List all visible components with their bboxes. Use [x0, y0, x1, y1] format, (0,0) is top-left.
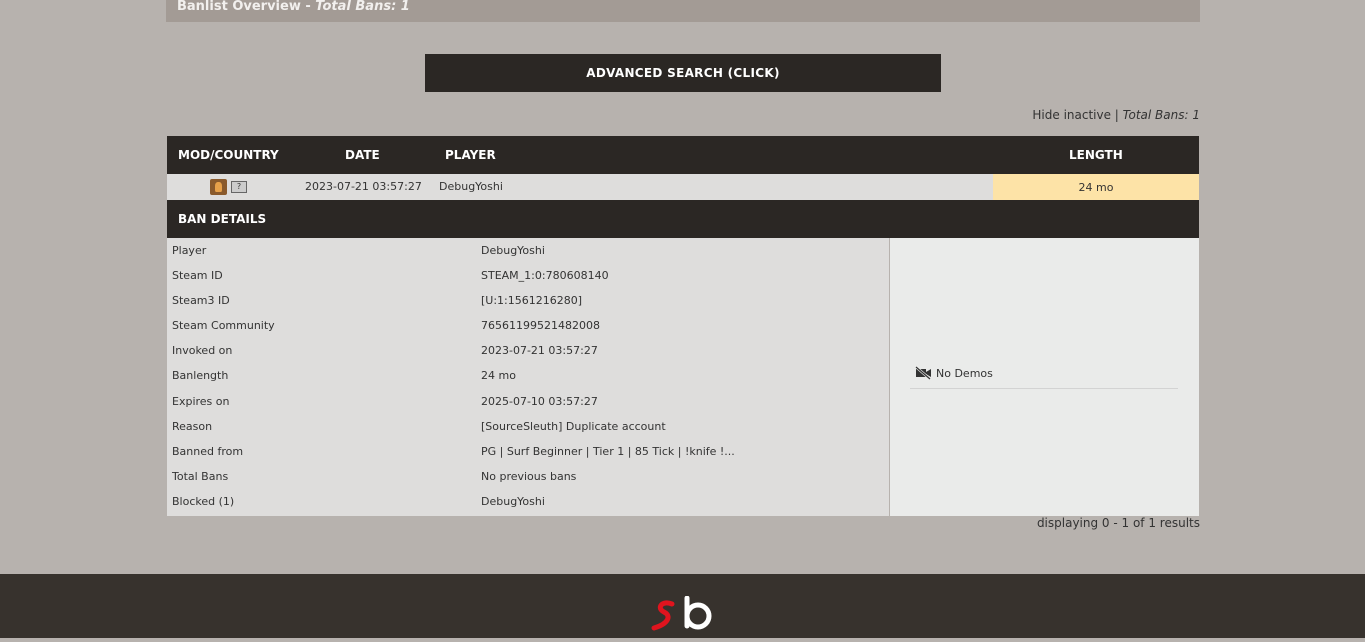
detail-row-invoked-on: Invoked on 2023-07-21 03:57:27	[167, 338, 889, 363]
ban-date: 2023-07-21 03:57:27	[305, 180, 422, 193]
advanced-search-button[interactable]: ADVANCED SEARCH (CLICK)	[425, 54, 941, 92]
detail-key: Steam3 ID	[172, 294, 230, 308]
table-header: MOD/COUNTRY DATE PLAYER LENGTH	[167, 136, 1199, 174]
page-title-total: Total Bans: 1	[315, 0, 410, 14]
ban-length: 24 mo	[993, 174, 1199, 200]
ban-details-title: BAN DETAILS	[178, 212, 267, 226]
detail-row-reason: Reason [SourceSleuth] Duplicate account	[167, 414, 889, 439]
detail-key: Blocked (1)	[172, 494, 235, 508]
detail-row-steam3-id: Steam3 ID [U:1:1561216280]	[167, 288, 889, 313]
detail-row-banned-from: Banned from PG | Surf Beginner | Tier 1 |…	[167, 439, 889, 464]
detail-key: Steam ID	[172, 269, 223, 283]
filter-separator: |	[1110, 108, 1123, 122]
column-header-length: LENGTH	[1069, 148, 1123, 162]
banlist-table: MOD/COUNTRY DATE PLAYER LENGTH ? 2023-07…	[167, 136, 1199, 516]
detail-value: PG | Surf Beginner | Tier 1 | 85 Tick | …	[481, 444, 735, 458]
detail-key: Steam Community	[172, 319, 275, 333]
detail-key: Banlength	[172, 369, 229, 383]
ban-details-table: Player DebugYoshi Steam ID STEAM_1:0:78060…	[167, 238, 889, 516]
footer	[0, 574, 1365, 638]
no-demos-label: No Demos	[936, 367, 993, 380]
column-header-date: DATE	[345, 148, 380, 162]
demos-item: No Demos	[910, 364, 1178, 389]
page-title: Banlist Overview - Total Bans: 1	[166, 0, 1200, 22]
detail-value: DebugYoshi	[481, 494, 545, 508]
hide-inactive-link[interactable]: Hide inactive	[1032, 108, 1111, 122]
admin-actions-panel: No Demos	[890, 238, 1199, 516]
detail-row-steam-id: Steam ID STEAM_1:0:780608140	[167, 263, 889, 288]
detail-key: Banned from	[172, 444, 244, 458]
detail-key: Invoked on	[172, 344, 233, 358]
total-bans-label: Total Bans: 1	[1122, 108, 1200, 122]
detail-row-expires-on: Expires on 2025-07-10 03:57:27	[167, 389, 889, 414]
detail-row-banlength: Banlength 24 mo	[167, 363, 889, 388]
player-name: DebugYoshi	[439, 180, 503, 193]
filter-line: Hide inactive | Total Bans: 1	[1032, 108, 1200, 122]
detail-value: DebugYoshi	[481, 244, 545, 257]
detail-key: Expires on	[172, 394, 230, 408]
column-header-mod-country: MOD/COUNTRY	[178, 148, 279, 162]
ban-details-header: BAN DETAILS	[167, 200, 1199, 238]
advanced-search-label: ADVANCED SEARCH (CLICK)	[586, 66, 780, 80]
detail-value: STEAM_1:0:780608140	[481, 269, 609, 283]
detail-key: Total Bans	[172, 469, 229, 483]
page-title-text: Banlist Overview -	[177, 0, 316, 14]
game-mod-icon	[210, 179, 227, 195]
detail-key: Player	[172, 244, 207, 257]
no-video-icon	[915, 366, 932, 383]
column-header-player: PLAYER	[445, 148, 496, 162]
table-row[interactable]: ? 2023-07-21 03:57:27 DebugYoshi 24 mo	[167, 174, 1199, 200]
detail-row-blocked: Blocked (1) DebugYoshi	[167, 489, 889, 514]
results-count: displaying 0 - 1 of 1 results	[1036, 516, 1200, 530]
ban-details: Player DebugYoshi Steam ID STEAM_1:0:78060…	[167, 238, 1199, 516]
detail-value: 24 mo	[481, 369, 516, 383]
country-flag-icon: ?	[231, 181, 247, 193]
detail-value: [SourceSleuth] Duplicate account	[481, 419, 666, 433]
detail-row-steam-community: Steam Community 76561199521482008	[167, 313, 889, 338]
detail-row-total-bans: Total Bans No previous bans	[167, 464, 889, 489]
detail-value: [U:1:1561216280]	[481, 294, 583, 308]
detail-value: 2025-07-10 03:57:27	[481, 394, 598, 408]
ban-length-value: 24 mo	[1078, 180, 1114, 194]
detail-row-player: Player DebugYoshi	[167, 238, 889, 263]
detail-value: 2023-07-21 03:57:27	[481, 344, 598, 358]
steam-community-link[interactable]: 76561199521482008	[481, 319, 600, 332]
sourcebans-logo-icon[interactable]	[650, 595, 716, 642]
detail-key: Reason	[172, 419, 213, 433]
detail-value: No previous bans	[481, 469, 577, 483]
